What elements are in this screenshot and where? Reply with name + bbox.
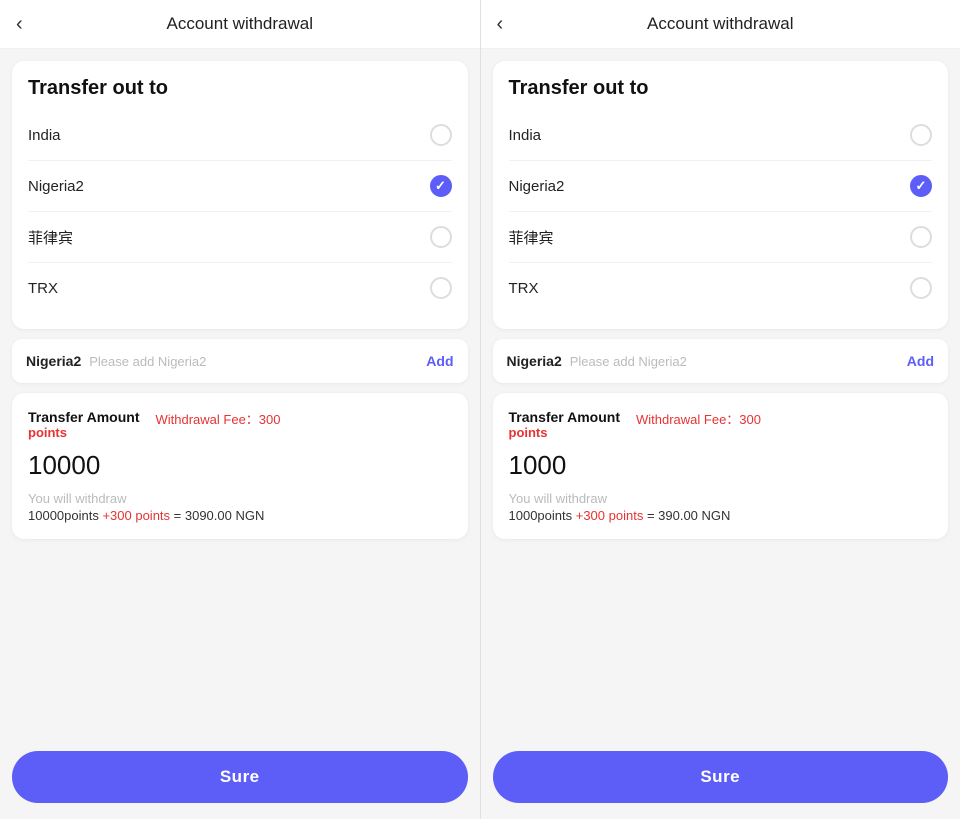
withdraw-calc: 1000points +300 points = 390.00 NGN xyxy=(509,508,933,523)
bonus-points-label: +300 points xyxy=(576,508,644,523)
withdrawal-fee-label: Withdrawal Fee：300 xyxy=(636,409,761,428)
points-label: points xyxy=(509,425,621,440)
transfer-amount-label: Transfer Amount xyxy=(28,409,140,425)
header: ‹ Account withdrawal xyxy=(481,0,960,49)
amount-card: Transfer Amountpoints Withdrawal Fee：300 1… xyxy=(12,393,468,539)
country-name: India xyxy=(28,127,61,144)
amount-header: Transfer Amountpoints Withdrawal Fee：300 xyxy=(28,409,452,440)
bonus-points-label: +300 points xyxy=(102,508,170,523)
radio-unchecked-icon[interactable] xyxy=(910,277,932,299)
country-name: 菲律宾 xyxy=(509,227,554,248)
screens-container: ‹ Account withdrawal Transfer out to India N… xyxy=(0,0,960,819)
country-row-3[interactable]: TRX xyxy=(28,263,452,313)
withdraw-calc: 10000points +300 points = 3090.00 NGN xyxy=(28,508,452,523)
country-name: Nigeria2 xyxy=(509,178,565,195)
radio-unchecked-icon[interactable] xyxy=(910,226,932,248)
sure-button[interactable]: Sure xyxy=(12,751,468,803)
nigeria-label: Nigeria2 xyxy=(507,353,562,369)
transfer-to-card: Transfer out to India Nigeria2 菲律宾 TRX xyxy=(493,61,949,329)
transfer-to-title: Transfer out to xyxy=(509,77,933,100)
radio-checked-icon[interactable] xyxy=(910,175,932,197)
country-row-0[interactable]: India xyxy=(28,110,452,161)
amount-label-block: Transfer Amountpoints xyxy=(509,409,621,440)
add-button[interactable]: Add xyxy=(426,353,453,369)
radio-unchecked-icon[interactable] xyxy=(910,124,932,146)
screen-2: ‹ Account withdrawal Transfer out to India N… xyxy=(480,0,960,819)
withdraw-info-label: You will withdraw xyxy=(28,491,452,506)
nigeria-placeholder: Please add Nigeria2 xyxy=(570,354,899,369)
transfer-to-title: Transfer out to xyxy=(28,77,452,100)
screen-1: ‹ Account withdrawal Transfer out to India N… xyxy=(0,0,480,819)
withdraw-info-label: You will withdraw xyxy=(509,491,933,506)
radio-checked-icon[interactable] xyxy=(430,175,452,197)
country-row-2[interactable]: 菲律宾 xyxy=(509,212,933,263)
transfer-to-card: Transfer out to India Nigeria2 菲律宾 TRX xyxy=(12,61,468,329)
country-row-1[interactable]: Nigeria2 xyxy=(28,161,452,212)
radio-unchecked-icon[interactable] xyxy=(430,277,452,299)
nigeria-add-row: Nigeria2 Please add Nigeria2 Add xyxy=(12,339,468,383)
country-row-1[interactable]: Nigeria2 xyxy=(509,161,933,212)
nigeria-add-row: Nigeria2 Please add Nigeria2 Add xyxy=(493,339,949,383)
radio-unchecked-icon[interactable] xyxy=(430,226,452,248)
country-row-2[interactable]: 菲律宾 xyxy=(28,212,452,263)
country-name: TRX xyxy=(28,280,58,297)
country-name: Nigeria2 xyxy=(28,178,84,195)
country-row-0[interactable]: India xyxy=(509,110,933,161)
nigeria-placeholder: Please add Nigeria2 xyxy=(89,354,418,369)
country-name: TRX xyxy=(509,280,539,297)
points-label: points xyxy=(28,425,140,440)
amount-label-block: Transfer Amountpoints xyxy=(28,409,140,440)
country-name: India xyxy=(509,127,542,144)
add-button[interactable]: Add xyxy=(907,353,934,369)
nigeria-label: Nigeria2 xyxy=(26,353,81,369)
amount-input[interactable]: 1000 xyxy=(509,450,933,481)
amount-input[interactable]: 10000 xyxy=(28,450,452,481)
radio-unchecked-icon[interactable] xyxy=(430,124,452,146)
country-name: 菲律宾 xyxy=(28,227,73,248)
back-button[interactable]: ‹ xyxy=(16,14,23,34)
content-area: Transfer out to India Nigeria2 菲律宾 TRX Nigeri… xyxy=(0,49,480,751)
header: ‹ Account withdrawal xyxy=(0,0,480,49)
amount-card: Transfer Amountpoints Withdrawal Fee：300 1… xyxy=(493,393,949,539)
page-title: Account withdrawal xyxy=(647,14,793,34)
content-area: Transfer out to India Nigeria2 菲律宾 TRX Nigeri… xyxy=(481,49,960,751)
page-title: Account withdrawal xyxy=(167,14,313,34)
sure-button[interactable]: Sure xyxy=(493,751,949,803)
transfer-amount-label: Transfer Amount xyxy=(509,409,621,425)
amount-header: Transfer Amountpoints Withdrawal Fee：300 xyxy=(509,409,933,440)
back-button[interactable]: ‹ xyxy=(497,14,504,34)
withdrawal-fee-label: Withdrawal Fee：300 xyxy=(156,409,281,428)
country-row-3[interactable]: TRX xyxy=(509,263,933,313)
